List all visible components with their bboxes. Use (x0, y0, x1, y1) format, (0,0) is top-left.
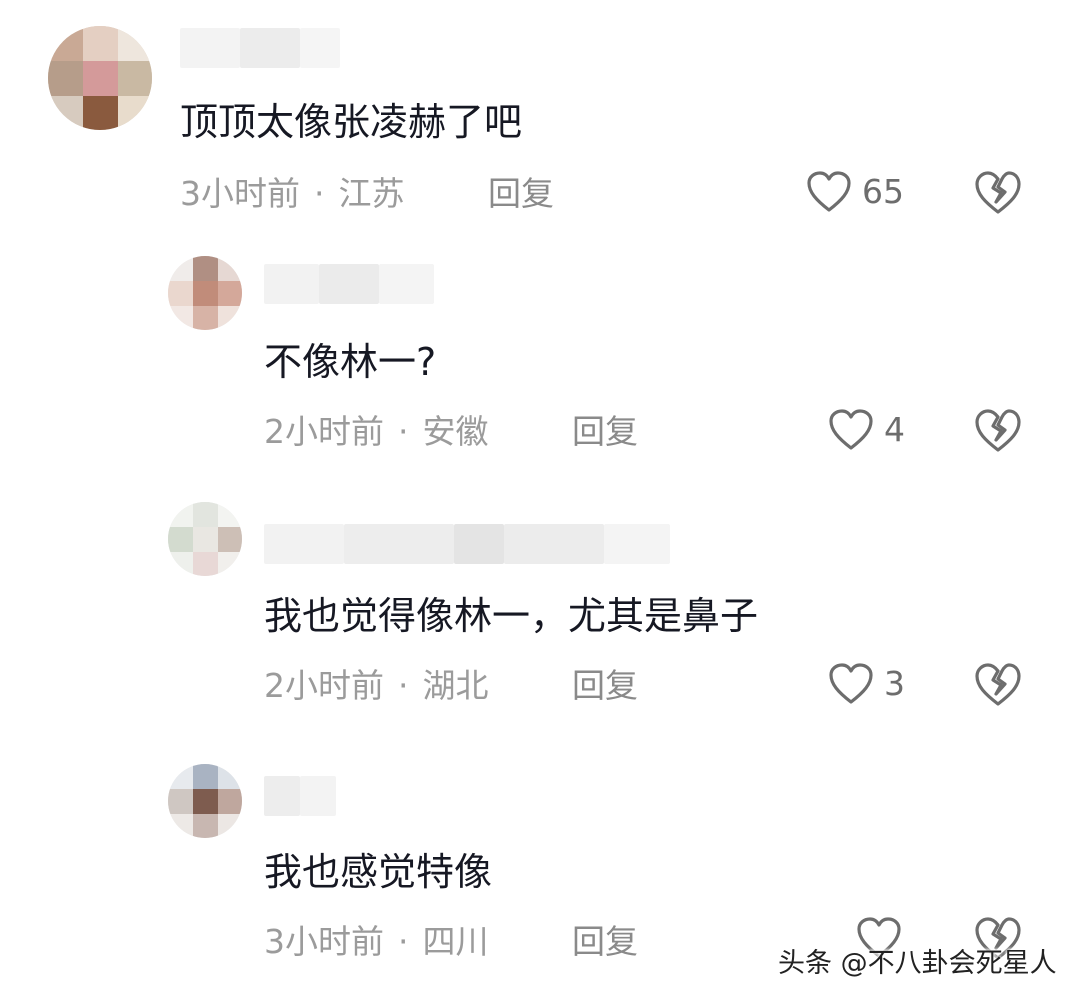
watermark: 头条 @不八卦会死星人 (778, 948, 1057, 979)
username[interactable] (264, 776, 336, 816)
avatar[interactable] (168, 764, 242, 838)
comment-time: 3小时前 (180, 174, 300, 213)
comment-location: 四川 (422, 922, 489, 961)
like-count: 65 (862, 172, 904, 211)
heart-outline-icon (829, 663, 873, 704)
meta-separator: · (398, 412, 409, 451)
comment-location: 安徽 (422, 412, 489, 451)
comment-meta: 2小时前 · 安徽 (264, 412, 489, 452)
heart-outline-icon (807, 171, 851, 212)
reply-item: 不像林一? 2小时前 · 安徽 回复 4 (0, 240, 1080, 480)
reply-button[interactable]: 回复 (488, 174, 554, 214)
meta-separator: · (398, 666, 409, 705)
dislike-button[interactable] (974, 170, 1022, 218)
reply-button[interactable]: 回复 (572, 412, 638, 452)
username[interactable] (180, 28, 340, 68)
comment-meta: 2小时前 · 湖北 (264, 666, 489, 706)
meta-separator: · (314, 174, 325, 213)
avatar[interactable] (168, 256, 242, 330)
comment-meta: 3小时前 · 江苏 (180, 174, 405, 214)
comment-text: 不像林一? (264, 340, 437, 384)
comment-meta: 3小时前 · 四川 (264, 922, 489, 962)
broken-heart-icon (975, 409, 1021, 452)
broken-heart-icon (975, 663, 1021, 706)
like-button[interactable]: 4 (828, 406, 918, 454)
comment-location: 江苏 (338, 174, 405, 213)
comment-text: 顶顶太像张凌赫了吧 (180, 100, 523, 144)
dislike-button[interactable] (974, 662, 1022, 710)
comment-text: 我也觉得像林一，尤其是鼻子 (264, 594, 759, 638)
comment-time: 2小时前 (264, 412, 384, 451)
comment-location: 湖北 (422, 666, 489, 705)
comment-time: 3小时前 (264, 922, 384, 961)
reply-item: 我也觉得像林一，尤其是鼻子 2小时前 · 湖北 回复 3 (0, 490, 1080, 740)
comment-text: 我也感觉特像 (264, 850, 493, 894)
avatar[interactable] (48, 26, 152, 130)
like-count: 3 (884, 664, 905, 703)
dislike-button[interactable] (974, 408, 1022, 456)
like-button[interactable]: 3 (828, 660, 918, 708)
username[interactable] (264, 524, 670, 564)
username[interactable] (264, 264, 434, 304)
heart-outline-icon (829, 409, 873, 450)
reply-button[interactable]: 回复 (572, 922, 638, 962)
like-button[interactable]: 65 (806, 168, 916, 216)
broken-heart-icon (975, 171, 1021, 214)
avatar[interactable] (168, 502, 242, 576)
reply-button[interactable]: 回复 (572, 666, 638, 706)
comment-time: 2小时前 (264, 666, 384, 705)
like-count: 4 (884, 410, 905, 449)
meta-separator: · (398, 922, 409, 961)
comment-item: 顶顶太像张凌赫了吧 3小时前 · 江苏 回复 65 (0, 0, 1080, 230)
